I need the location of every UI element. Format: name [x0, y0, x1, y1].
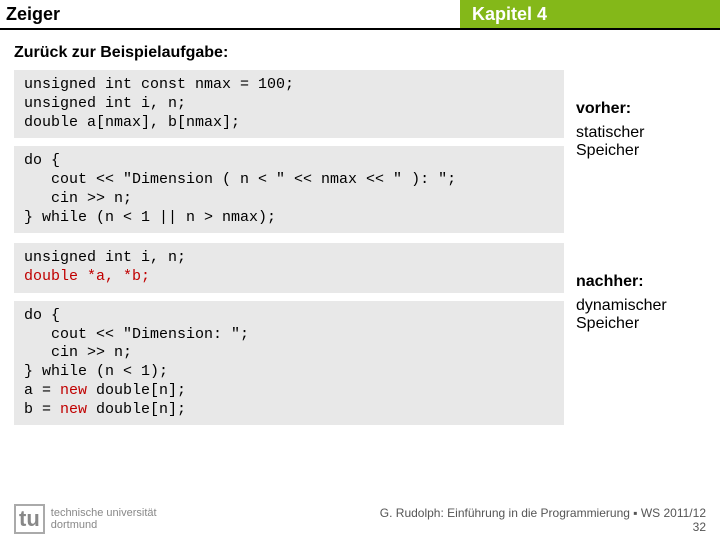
code-1b: do { cout << "Dimension ( n < " << nmax …	[14, 146, 564, 233]
credit: G. Rudolph: Einführung in die Programmie…	[380, 506, 706, 520]
side1-text: statischer Speicher	[576, 124, 706, 160]
code-2b: do { cout << "Dimension: "; cin >> n; } …	[14, 301, 564, 426]
code-2a: unsigned int i, n; double *a, *b;	[14, 243, 564, 293]
header-right: Kapitel 4	[460, 0, 720, 28]
uni-line2: dortmund	[51, 519, 157, 531]
tu-logo-icon: tu	[14, 504, 45, 534]
code-1a: unsigned int const nmax = 100; unsigned …	[14, 70, 564, 138]
side2-label: nachher:	[576, 273, 706, 291]
side-2: nachher: dynamischer Speicher	[576, 243, 706, 425]
block-1: unsigned int const nmax = 100; unsigned …	[0, 70, 720, 243]
page-number: 32	[380, 520, 706, 534]
side2-text: dynamischer Speicher	[576, 297, 706, 333]
block-2: unsigned int i, n; double *a, *b; do { c…	[0, 243, 720, 435]
uni-line1: technische universität	[51, 507, 157, 519]
slide-header: Zeiger Kapitel 4	[0, 0, 720, 30]
side1-label: vorher:	[576, 100, 706, 118]
logo: tu technische universität dortmund	[14, 504, 157, 534]
subtitle: Zurück zur Beispielaufgabe:	[0, 30, 720, 70]
header-left: Zeiger	[0, 0, 460, 28]
footer: tu technische universität dortmund G. Ru…	[14, 504, 706, 534]
side-1: vorher: statischer Speicher	[576, 70, 706, 233]
